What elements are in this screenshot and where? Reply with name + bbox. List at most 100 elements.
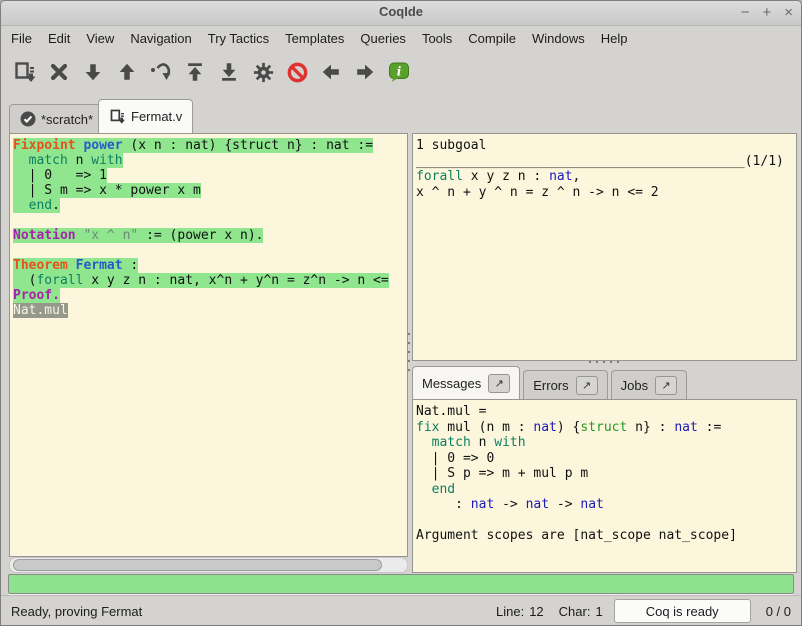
code-line: | S p => m + mul p m [416,466,796,482]
menu-item-edit[interactable]: Edit [40,27,78,50]
arrow-right-icon [354,61,376,83]
detach-jobs-button[interactable]: ↗ [655,376,677,395]
code-line: : nat -> nat -> nat [416,497,796,513]
horizontal-splitter[interactable] [412,361,795,363]
code-line: (forall x y z n : nat, x^n + y^n = z^n -… [13,273,407,288]
detach-messages-button[interactable]: ↗ [488,374,510,393]
run-to-end-button[interactable] [213,56,245,88]
toolbar: i [1,51,801,93]
code-line: end. [13,198,407,213]
window-controls: − + × [741,2,793,24]
save-icon [13,60,37,84]
code-line: | S m => x * power x m [13,183,407,198]
preferences-button[interactable] [247,56,279,88]
next-button[interactable] [349,56,381,88]
arrow-down-icon [82,61,104,83]
menu-item-templates[interactable]: Templates [277,27,352,50]
status-message: Ready, proving Fermat [11,604,496,619]
step-forward-button[interactable] [77,56,109,88]
code-line [416,513,796,529]
minimize-button[interactable]: − [741,2,750,24]
tab-errors-label: Errors [533,378,568,393]
char-value: 1 [595,604,602,619]
progress-bar [8,574,794,594]
menu-item-file[interactable]: File [3,27,40,50]
about-button[interactable]: i [383,56,415,88]
step-backward-button[interactable] [111,56,143,88]
tab-scratch[interactable]: *scratch* [9,104,104,133]
script-editor[interactable]: Fixpoint power (x n : nat) {struct n} : … [9,133,408,557]
gear-icon [252,61,275,84]
svg-text:i: i [397,65,402,79]
previous-button[interactable] [315,56,347,88]
menu-item-compile[interactable]: Compile [460,27,524,50]
code-line: Notation "x ^ n" := (power x n). [13,228,407,243]
goals-code: 1 subgoal_______________________________… [413,134,796,200]
tab-fermat-label: Fermat.v [131,109,182,124]
goals-pane[interactable]: 1 subgoal_______________________________… [412,133,797,361]
menu-item-view[interactable]: View [78,27,122,50]
coq-status-indicator: Coq is ready [614,599,751,623]
code-line: forall x y z n : nat, [416,169,796,185]
close-doc-button[interactable] [43,56,75,88]
menu-item-queries[interactable]: Queries [352,27,414,50]
line-value: 12 [529,604,543,619]
menu-item-windows[interactable]: Windows [524,27,593,50]
scrollbar-thumb[interactable] [13,559,382,571]
title-bar[interactable]: CoqIde − + × [1,1,801,26]
code-line: Argument scopes are [nat_scope nat_scope… [416,528,796,544]
tab-errors[interactable]: Errors ↗ [523,370,607,399]
code-line: match n with [13,153,407,168]
editor-horizontal-scrollbar[interactable] [9,557,408,573]
code-line: 1 subgoal [416,138,796,154]
code-line: | 0 => 1 [13,168,407,183]
tab-jobs-label: Jobs [621,378,648,393]
menu-item-help[interactable]: Help [593,27,636,50]
interrupt-icon [286,61,309,84]
status-bar: Ready, proving Fermat Line: 12 Char: 1 C… [1,595,801,626]
goal-counter: 0 / 0 [766,604,791,619]
code-line: Theorem Fermat : [13,258,407,273]
tab-jobs[interactable]: Jobs ↗ [611,370,687,399]
code-line: Fixpoint power (x n : nat) {struct n} : … [13,138,407,153]
code-line: fix mul (n m : nat) {struct n} : nat := [416,420,796,436]
menu-bar: FileEditViewNavigationTry TacticsTemplat… [1,26,801,51]
goto-cursor-icon [149,60,173,84]
coqide-window: CoqIde − + × FileEditViewNavigationTry T… [0,0,802,626]
menu-item-navigation[interactable]: Navigation [122,27,199,50]
code-line: end [416,482,796,498]
maximize-button[interactable]: + [762,2,771,24]
code-line [13,213,407,228]
messages-pane[interactable]: Nat.mul =fix mul (n m : nat) {struct n} … [412,399,797,573]
goto-end-icon [218,61,240,83]
panel-tab-bar: Messages ↗ Errors ↗ Jobs ↗ [412,367,687,399]
tab-messages[interactable]: Messages ↗ [412,366,520,399]
code-line: Nat.mul [13,303,407,318]
tab-fermat[interactable]: Fermat.v [98,99,193,133]
run-to-cursor-button[interactable] [145,56,177,88]
goto-start-icon [184,61,206,83]
restart-button[interactable] [179,56,211,88]
tab-scratch-label: *scratch* [41,112,93,127]
code-line: | 0 => 0 [416,451,796,467]
menu-item-tools[interactable]: Tools [414,27,460,50]
detach-arrow-icon: ↗ [495,377,504,390]
save-button[interactable] [9,56,41,88]
code-line: ________________________________________… [416,154,796,170]
code-line: Nat.mul = [416,404,796,420]
code-line: x ^ n + y ^ n = z ^ n -> n <= 2 [416,185,796,201]
tab-messages-label: Messages [422,376,481,391]
close-button[interactable]: × [784,2,793,24]
code-line: match n with [416,435,796,451]
interrupt-button[interactable] [281,56,313,88]
arrow-left-icon [320,61,342,83]
status-right: Line: 12 Char: 1 Coq is ready 0 / 0 [496,599,791,623]
menu-item-try-tactics[interactable]: Try Tactics [200,27,277,50]
detach-errors-button[interactable]: ↗ [576,376,598,395]
char-label: Char: [559,604,591,619]
coq-status-text: Coq is ready [646,604,719,619]
detach-arrow-icon: ↗ [582,379,591,392]
main-area: Fixpoint power (x n : nat) {struct n} : … [1,133,801,573]
close-doc-icon [48,61,70,83]
code-line: Proof. [13,288,407,303]
